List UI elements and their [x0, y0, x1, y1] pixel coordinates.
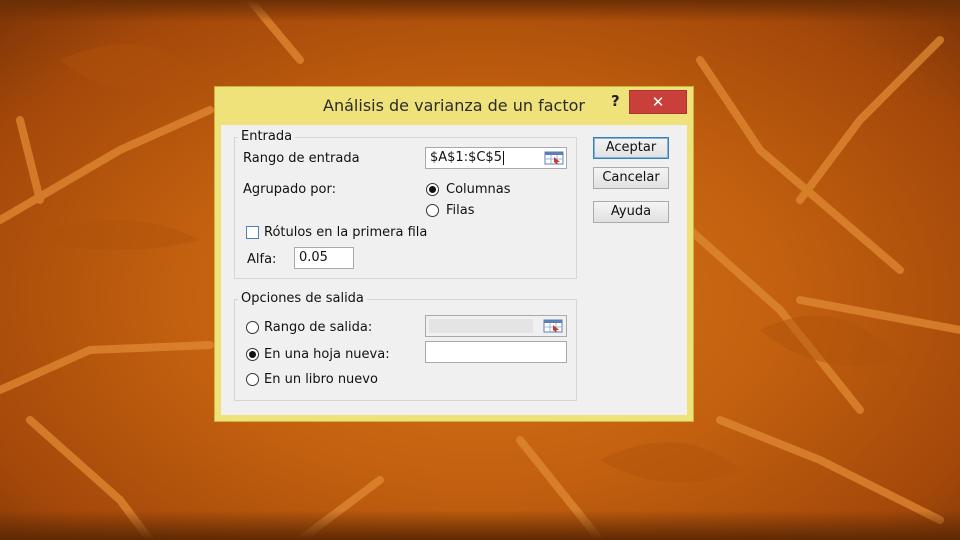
alpha-field[interactable]: 0.05 [294, 247, 354, 269]
grouped-by-label: Agrupado por: [243, 182, 336, 197]
range-selector-icon[interactable] [542, 148, 566, 168]
new-sheet-radio[interactable] [246, 348, 259, 361]
ok-button[interactable]: Aceptar [593, 137, 669, 159]
title-bar[interactable]: Análisis de varianza de un factor ? ✕ [215, 87, 693, 125]
alpha-label: Alfa: [247, 252, 277, 267]
input-range-value: $A$1:$C$5 [430, 150, 502, 165]
columns-label: Columnas [446, 182, 511, 197]
input-group-title: Entrada [238, 129, 296, 144]
top-shadow [0, 0, 960, 22]
close-button[interactable]: ✕ [629, 90, 687, 114]
labels-first-row-label: Rótulos en la primera fila [264, 225, 428, 240]
new-book-label: En un libro nuevo [264, 372, 378, 387]
new-sheet-field[interactable] [425, 341, 567, 363]
anova-dialog: Análisis de varianza de un factor ? ✕ En… [214, 86, 694, 422]
output-group-title: Opciones de salida [238, 291, 367, 306]
new-sheet-label: En una hoja nueva: [264, 347, 390, 362]
cancel-button[interactable]: Cancelar [593, 167, 669, 189]
rows-label: Filas [446, 203, 475, 218]
help-icon[interactable]: ? [611, 92, 620, 110]
help-button[interactable]: Ayuda [593, 201, 669, 223]
dialog-title: Análisis de varianza de un factor [323, 96, 585, 115]
output-range-radio[interactable] [246, 321, 259, 334]
bottom-shadow [0, 510, 960, 540]
rows-radio[interactable] [426, 204, 439, 217]
frame-right [687, 125, 693, 421]
columns-radio[interactable] [426, 183, 439, 196]
range-selector-icon[interactable] [541, 316, 565, 336]
input-range-label: Rango de entrada [243, 151, 360, 166]
output-range-label: Rango de salida: [264, 320, 373, 335]
input-range-field[interactable]: $A$1:$C$5 [425, 147, 567, 169]
output-range-disabled-fill [429, 319, 533, 333]
labels-first-row-checkbox[interactable] [246, 226, 259, 239]
dialog-content: Entrada Rango de entrada $A$1:$C$5 Agrup… [221, 125, 687, 415]
new-book-radio[interactable] [246, 373, 259, 386]
